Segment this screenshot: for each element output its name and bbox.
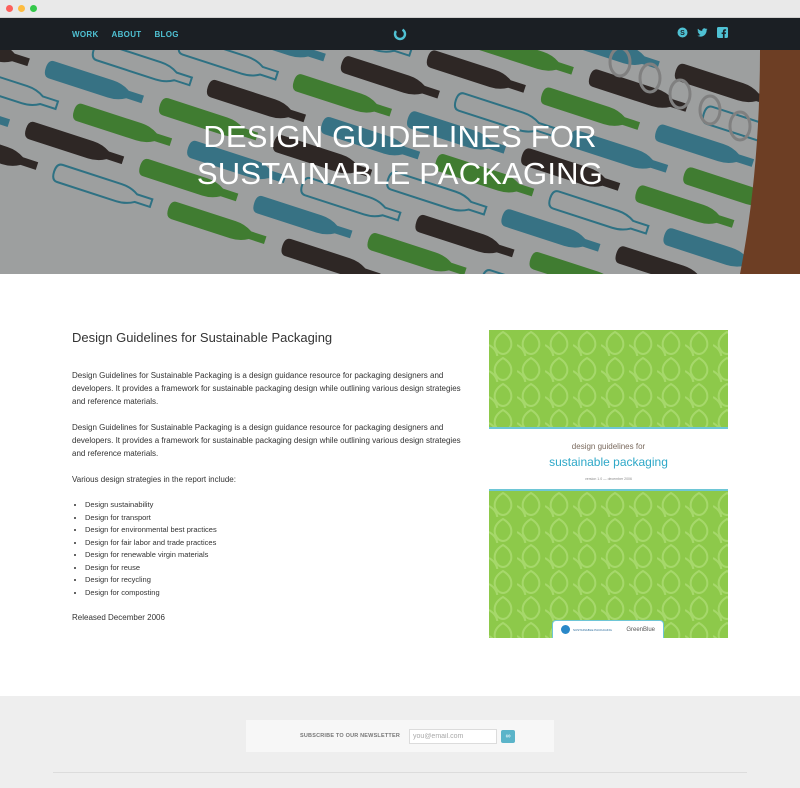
intro-paragraph-2: Design Guidelines for Sustainable Packag…	[72, 423, 461, 458]
list-item: Design for environmental best practices	[85, 524, 462, 537]
project-description: Design Guidelines for Sustainable Packag…	[72, 330, 462, 637]
cover-version: version 1.0 — december 2006	[585, 477, 632, 481]
list-item: Design for renewable virgin materials	[85, 549, 462, 562]
intro-paragraph-1: Design Guidelines for Sustainable Packag…	[72, 371, 461, 406]
newsletter-submit-button[interactable]: ∞	[501, 729, 516, 743]
nav-links: WORK ABOUT BLOG	[72, 30, 179, 39]
nav-link-about[interactable]: ABOUT	[112, 30, 142, 39]
greenblue-logo: GreenBlue	[626, 626, 655, 633]
newsletter-form: SUBSCRIBE TO OUR NEWSLETTER ∞	[246, 720, 554, 752]
maximize-window-button[interactable]	[30, 5, 37, 12]
cover-pattern-top	[489, 330, 728, 427]
spc-logo: SUSTAINABLE PACKAGING	[561, 625, 612, 634]
social-links: S	[677, 27, 728, 38]
newsletter-label: SUBSCRIBE TO OUR NEWSLETTER	[300, 733, 401, 739]
leaf-pattern	[489, 491, 728, 638]
list-item: Design for composting	[85, 587, 462, 600]
report-cover-image: design guidelines for sustainable packag…	[489, 330, 728, 638]
site-logo-icon[interactable]	[393, 27, 407, 41]
list-item: Design for reuse	[85, 562, 462, 575]
minimize-window-button[interactable]	[18, 5, 25, 12]
newsletter-email-input[interactable]	[409, 728, 498, 744]
cover-pattern-bottom: SUSTAINABLE PACKAGING GreenBlue	[489, 491, 728, 638]
footer-divider	[53, 772, 747, 773]
hero-banner: DESIGN GUIDELINES FOR SUSTAINABLE PACKAG…	[0, 50, 800, 274]
spc-logo-icon	[561, 625, 570, 634]
cover-title-line-2: sustainable packaging	[549, 455, 668, 469]
leaf-pattern	[489, 330, 728, 427]
list-intro: Various design strategies in the report …	[72, 475, 236, 484]
project-heading: Design Guidelines for Sustainable Packag…	[72, 330, 333, 345]
skype-icon[interactable]: S	[677, 27, 688, 38]
release-date: Released December 2006	[72, 613, 165, 622]
spc-logo-text: SUSTAINABLE PACKAGING	[573, 627, 612, 632]
svg-text:S: S	[680, 30, 685, 37]
nav-link-work[interactable]: WORK	[72, 30, 99, 39]
cover-divider	[489, 427, 728, 429]
cover-title-line-1: design guidelines for	[571, 442, 646, 451]
top-nav: WORK ABOUT BLOG S	[0, 18, 800, 50]
list-item: Design for recycling	[85, 574, 462, 587]
list-item: Design sustainability	[85, 499, 462, 512]
cover-logos: SUSTAINABLE PACKAGING GreenBlue	[552, 620, 664, 638]
list-item: Design for transport	[85, 512, 462, 525]
footer: SUBSCRIBE TO OUR NEWSLETTER ∞	[0, 696, 800, 788]
facebook-icon[interactable]	[717, 27, 728, 38]
twitter-icon[interactable]	[697, 27, 708, 38]
hero-title: DESIGN GUIDELINES FOR SUSTAINABLE PACKAG…	[196, 119, 604, 191]
list-item: Design for fair labor and trade practice…	[85, 537, 462, 550]
strategy-list: Design sustainability Design for transpo…	[85, 499, 462, 599]
browser-chrome	[0, 0, 800, 18]
main-content: Design Guidelines for Sustainable Packag…	[0, 274, 800, 696]
close-window-button[interactable]	[6, 5, 13, 12]
nav-link-blog[interactable]: BLOG	[154, 30, 178, 39]
